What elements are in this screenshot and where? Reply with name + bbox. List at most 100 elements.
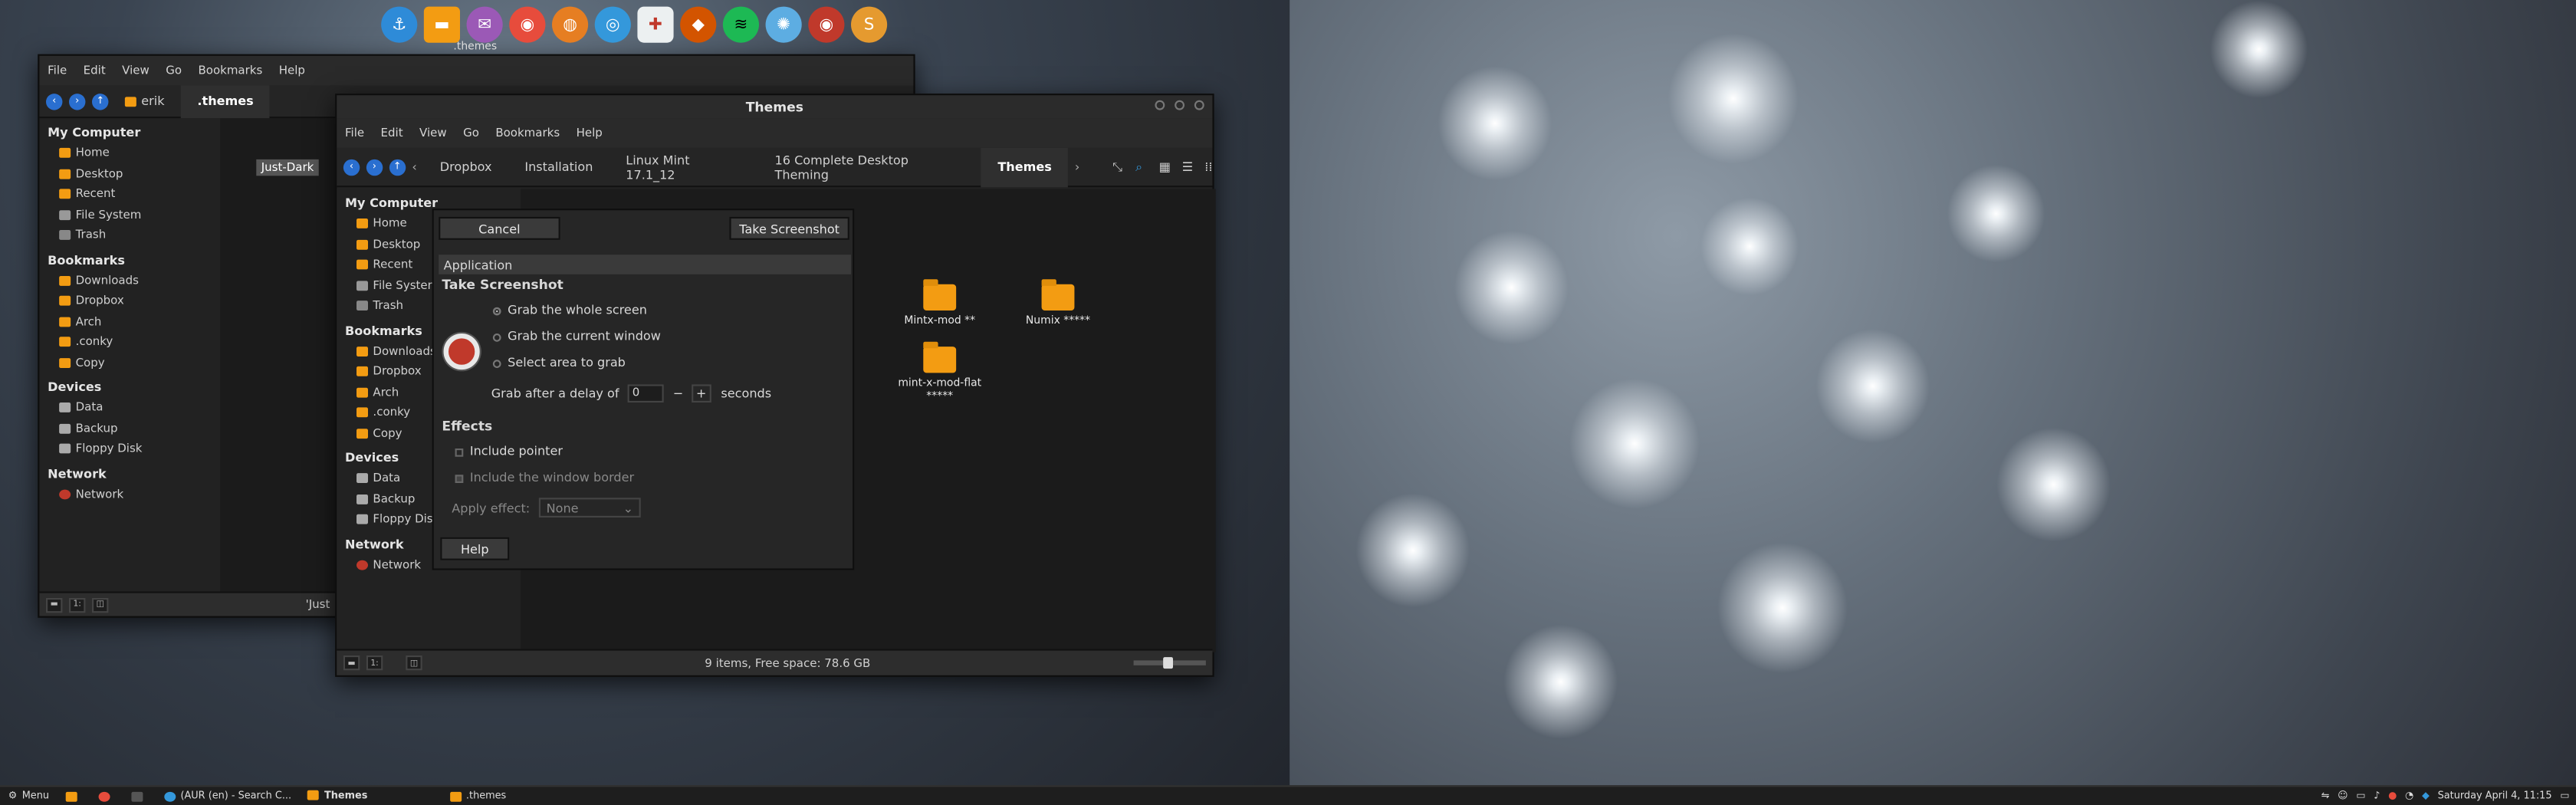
- chrome-icon[interactable]: ◉: [509, 6, 546, 43]
- take-screenshot-button[interactable]: Take Screenshot: [729, 216, 849, 240]
- crumb-scroll-right-icon[interactable]: ›: [1068, 159, 1086, 174]
- clock[interactable]: Saturday April 4, 11:15: [2438, 790, 2552, 802]
- menu-bookmarks[interactable]: Bookmarks: [488, 127, 568, 140]
- menu-view[interactable]: View: [411, 127, 455, 140]
- crumb-scroll-left-icon[interactable]: ‹: [406, 159, 424, 174]
- icon-view-icon[interactable]: ▦: [1159, 159, 1171, 174]
- delay-minus-button[interactable]: −: [669, 386, 688, 401]
- tree-toggle-icon[interactable]: 1:: [366, 656, 383, 671]
- menu-go[interactable]: Go: [455, 127, 487, 140]
- delay-input[interactable]: 0: [627, 384, 664, 402]
- up-icon[interactable]: ↑: [389, 158, 406, 176]
- crumb-installation[interactable]: Installation: [508, 147, 610, 186]
- menu-file[interactable]: File: [39, 64, 75, 77]
- sidebar-item-recent[interactable]: Recent: [39, 184, 220, 205]
- sidebar-item-file-system[interactable]: File System: [39, 205, 220, 225]
- sidebar-item-downloads[interactable]: Downloads: [39, 271, 220, 291]
- themes-titlebar[interactable]: Themes: [337, 95, 1213, 119]
- crumb-linux-mint[interactable]: Linux Mint 17.1_12: [610, 147, 758, 186]
- tree-toggle-icon[interactable]: 1:: [69, 596, 86, 613]
- menu-help[interactable]: Help: [271, 64, 314, 77]
- menu-file[interactable]: File: [337, 127, 373, 140]
- sidebar-item-backup[interactable]: Backup: [39, 418, 220, 439]
- sidebar-item-home[interactable]: Home: [39, 143, 220, 163]
- sidebar-item-trash[interactable]: Trash: [39, 225, 220, 246]
- sidebar-item-data[interactable]: Data: [39, 398, 220, 419]
- crumb-erik[interactable]: erik: [108, 84, 181, 117]
- network-tray-icon[interactable]: ◔: [2405, 790, 2413, 802]
- spotify-icon[interactable]: ≋: [722, 6, 759, 43]
- menu-view[interactable]: View: [113, 64, 157, 77]
- menu-go[interactable]: Go: [158, 64, 190, 77]
- radio-select-area[interactable]: [492, 359, 501, 367]
- menu-help[interactable]: Help: [568, 127, 611, 140]
- places-toggle-icon[interactable]: ▬: [343, 656, 360, 671]
- dropbox-icon[interactable]: ◆: [2422, 790, 2430, 802]
- back-icon[interactable]: ‹: [343, 158, 360, 176]
- maximize-icon[interactable]: [1175, 100, 1184, 110]
- close-icon[interactable]: [1194, 100, 1204, 110]
- folder-icon[interactable]: ▬: [423, 6, 460, 43]
- dot-themes-task[interactable]: .themes: [442, 786, 514, 805]
- sidebar-item-copy[interactable]: Copy: [39, 353, 220, 373]
- crumb-desktop-theming[interactable]: 16 Complete Desktop Theming: [758, 147, 981, 186]
- firefox-icon[interactable]: ◍: [552, 6, 589, 43]
- slack-icon[interactable]: ✚: [637, 6, 674, 43]
- minimize-icon[interactable]: [1155, 100, 1165, 110]
- selected-folder-label[interactable]: Just-Dark: [256, 159, 319, 176]
- volume-icon[interactable]: ♪: [2374, 790, 2380, 802]
- sidebar-header-devices[interactable]: Devices: [39, 373, 220, 397]
- share-icon[interactable]: ⇋: [2321, 790, 2330, 802]
- cutter-icon[interactable]: ◆: [680, 6, 717, 43]
- display-icon[interactable]: ▭: [2356, 790, 2365, 802]
- crumb-dropbox[interactable]: Dropbox: [423, 147, 508, 186]
- browser-task[interactable]: (AUR (en) - Search C...: [156, 786, 300, 805]
- chrome-tray-icon[interactable]: ●: [2388, 790, 2397, 802]
- forward-icon[interactable]: ›: [366, 158, 383, 176]
- sidebar-item-desktop[interactable]: Desktop: [39, 163, 220, 184]
- menu-edit[interactable]: Edit: [373, 127, 411, 140]
- launcher-files[interactable]: [58, 786, 90, 805]
- up-icon[interactable]: ↑: [92, 93, 109, 110]
- sidebar-item-floppy[interactable]: Floppy Disk: [39, 439, 220, 459]
- show-desktop-icon[interactable]: ▭: [2560, 790, 2569, 802]
- include-border-option[interactable]: Include the window border: [455, 470, 634, 485]
- radio-current-window[interactable]: [492, 332, 501, 341]
- crumb-themes[interactable]: .themes: [180, 84, 271, 118]
- sidebar-item-arch[interactable]: Arch: [39, 311, 220, 332]
- delay-plus-button[interactable]: +: [691, 384, 711, 402]
- sidebar-item-conky[interactable]: .conky: [39, 332, 220, 353]
- shutter-icon[interactable]: ✺: [765, 6, 802, 43]
- sidebar-header-my-computer[interactable]: My Computer: [39, 118, 220, 143]
- launcher-terminal[interactable]: [123, 786, 156, 805]
- zoom-slider[interactable]: [1133, 657, 1206, 669]
- launcher-chrome[interactable]: [90, 786, 123, 805]
- folder-numix[interactable]: Numix *****: [1017, 279, 1099, 327]
- list-view-icon[interactable]: ☰: [1182, 159, 1193, 174]
- mail-icon[interactable]: ✉: [466, 6, 503, 43]
- folder-mint-x-mod-flat[interactable]: mint-x-mod-flat *****: [886, 341, 994, 402]
- chromium-icon[interactable]: ◎: [594, 6, 631, 43]
- menu-edit[interactable]: Edit: [75, 64, 113, 77]
- hide-sidebar-icon[interactable]: ◫: [92, 596, 109, 613]
- sidebar-item-network[interactable]: Network: [39, 484, 220, 504]
- help-button[interactable]: Help: [440, 537, 510, 560]
- option-select-area[interactable]: Select area to grab: [492, 355, 626, 370]
- apply-effect-select[interactable]: None ⌄: [537, 498, 640, 518]
- sidebar-header-bookmarks[interactable]: Bookmarks: [39, 245, 220, 270]
- include-pointer-option[interactable]: Include pointer: [455, 444, 563, 458]
- compact-view-icon[interactable]: ⁞⁞: [1204, 159, 1212, 174]
- option-current-window[interactable]: Grab the current window: [492, 329, 661, 343]
- anchor-icon[interactable]: ⚓: [381, 6, 418, 43]
- back-icon[interactable]: ‹: [46, 93, 63, 110]
- radio-whole-screen[interactable]: [492, 306, 501, 315]
- screenshot-icon[interactable]: ◉: [808, 6, 845, 43]
- toggle-location-icon[interactable]: ⤡: [1112, 159, 1122, 175]
- include-border-checkbox[interactable]: [455, 474, 464, 482]
- hide-sidebar-icon[interactable]: ◫: [406, 656, 422, 671]
- tab-application[interactable]: Application: [439, 255, 851, 274]
- places-toggle-icon[interactable]: ▬: [46, 596, 63, 613]
- themes-task[interactable]: Themes: [299, 786, 376, 805]
- include-pointer-checkbox[interactable]: [455, 447, 464, 456]
- sidebar-item-dropbox[interactable]: Dropbox: [39, 291, 220, 311]
